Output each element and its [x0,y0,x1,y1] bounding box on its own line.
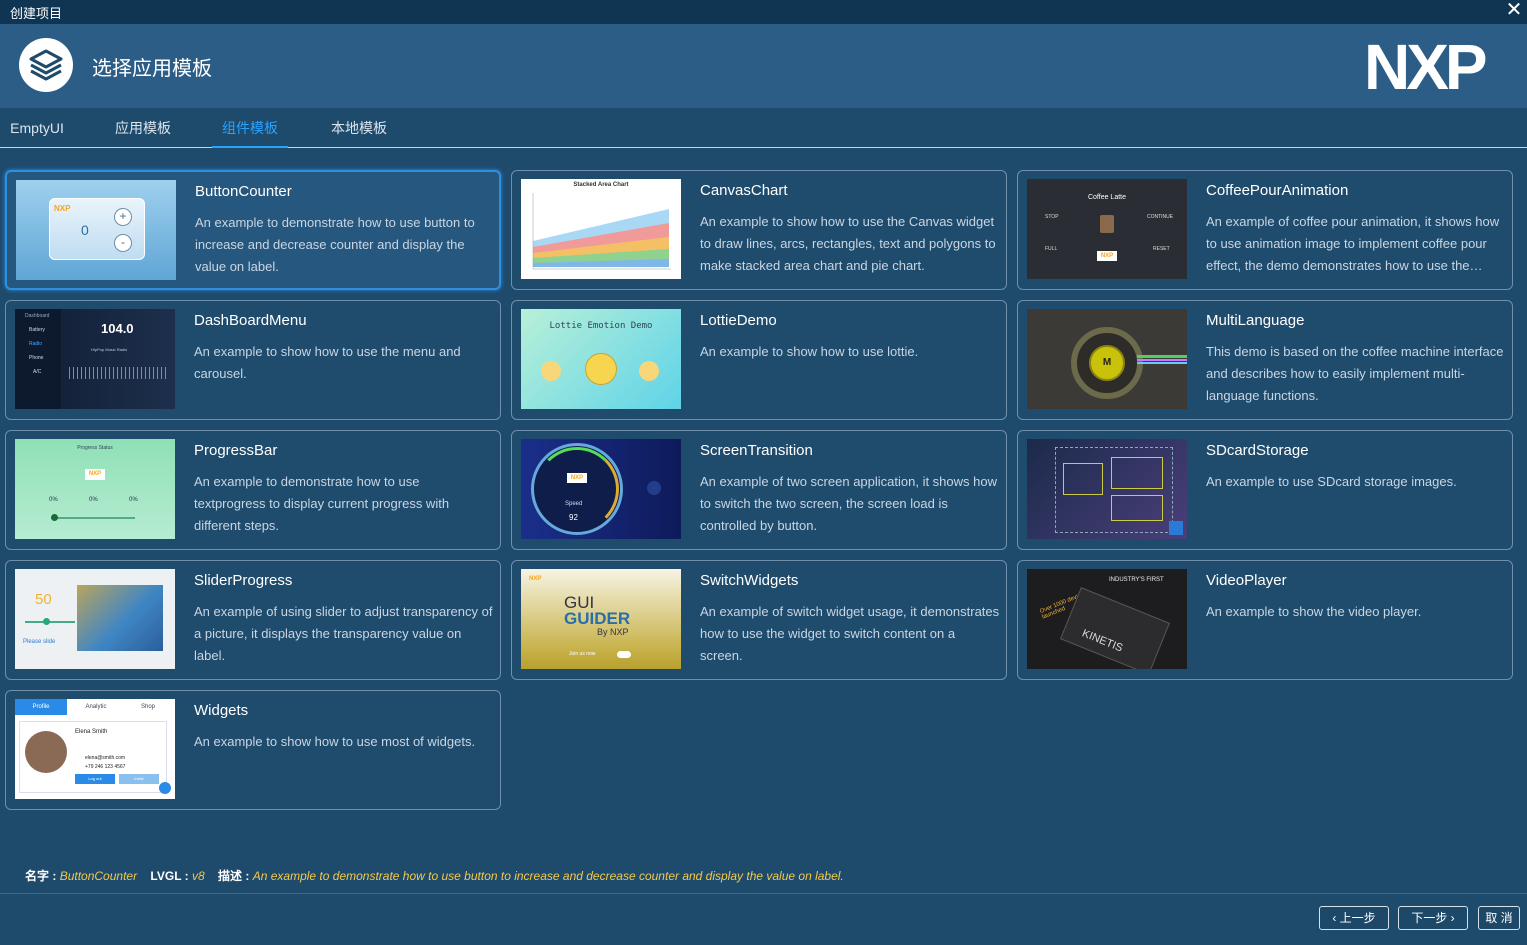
thumbnail: Profile Analytic Shop Elena Smith elena@… [15,699,175,799]
footer-divider [0,893,1527,894]
template-desc: This demo is based on the coffee machine… [1206,344,1504,403]
template-card-screentransition[interactable]: NXP Speed 92 ScreenTransition An example… [511,430,1007,550]
emoji-face-icon [585,353,617,385]
thumbnail: Lottie Emotion Demo [521,309,681,409]
template-desc: An example to show how to use the Canvas… [700,214,996,273]
template-name: LottieDemo [700,312,777,329]
selection-info: 名字 : ButtonCounter LVGL : v8 描述 : An exa… [25,867,844,884]
tab-widget-templates[interactable]: 组件模板 [212,108,288,148]
thumbnail: M [1027,309,1187,409]
template-desc: An example to demonstrate how to use but… [195,215,475,274]
tab-app-templates[interactable]: 应用模板 [112,108,174,148]
template-card-widgets[interactable]: Profile Analytic Shop Elena Smith elena@… [5,690,501,810]
template-desc: An example to show how to use most of wi… [194,734,476,749]
name-label: 名字 : [25,869,57,883]
template-card-coffeepouranimation[interactable]: Coffee Latte STOP CONTINUE FULL RESET NX… [1017,170,1513,290]
template-desc: An example to use SDcard storage images. [1206,474,1457,489]
arrow-right-icon [647,481,661,495]
template-card-switchwidgets[interactable]: NXP GUI GUIDER By NXP Join us now Switch… [511,560,1007,680]
thumbnail: INDUSTRY'S FIRST Over 1000 devices launc… [1027,569,1187,669]
template-card-canvaschart[interactable]: Stacked Area Chart CanvasChart An exampl… [511,170,1007,290]
template-name: ButtonCounter [195,183,292,200]
lvgl-label: LVGL : [150,869,189,883]
thumbnail [1027,439,1187,539]
thumbnail: Coffee Latte STOP CONTINUE FULL RESET NX… [1027,179,1187,279]
template-desc: An example to show how to use lottie. [700,344,919,359]
emoji-face-icon [639,361,659,381]
thumbnail: NXP 0 + - [16,180,176,280]
template-name: VideoPlayer [1206,572,1287,589]
template-name: SDcardStorage [1206,442,1309,459]
desc-label: 描述 : [218,869,250,883]
desc-value: An example to demonstrate how to use but… [252,869,844,883]
svg-text:NXP: NXP [1364,39,1486,93]
layers-icon [29,49,63,81]
window-title: 创建项目 [10,6,63,21]
tab-emptyui[interactable]: EmptyUI [10,108,64,148]
template-card-progressbar[interactable]: Progress Status NXP 0% 0% 0% ProgressBar… [5,430,501,550]
template-name: SliderProgress [194,572,293,589]
template-card-dashboardmenu[interactable]: Dashboard Battery Radio Phone A/C 104.0 … [5,300,501,420]
template-desc: An example of switch widget usage, it de… [700,604,1000,663]
template-desc: An example of two screen application, it… [700,474,997,533]
thumbnail: Stacked Area Chart [521,179,681,279]
template-card-buttoncounter[interactable]: NXP 0 + - ButtonCounter An example to de… [5,170,501,290]
template-card-lottiedemo[interactable]: Lottie Emotion Demo LottieDemo An exampl… [511,300,1007,420]
counter-value: 0 [81,222,89,238]
parrot-picture [77,585,163,651]
prev-button[interactable]: ‹ 上一步 [1319,906,1389,930]
app-logo [19,38,73,92]
template-name: MultiLanguage [1206,312,1305,329]
tab-local-templates[interactable]: 本地模板 [328,108,390,148]
thumbnail: Progress Status NXP 0% 0% 0% [15,439,175,539]
template-desc: An example to show the video player. [1206,604,1422,619]
plus-icon: + [114,208,132,226]
template-card-sliderprogress[interactable]: 50 Please slide SliderProgress An exampl… [5,560,501,680]
template-name: SwitchWidgets [700,572,799,589]
avatar [25,731,67,773]
template-name: CoffeePourAnimation [1206,182,1349,199]
next-button[interactable]: 下一步 › [1398,906,1468,930]
template-name: CanvasChart [700,182,788,199]
template-name: ProgressBar [194,442,278,459]
name-value: ButtonCounter [59,869,138,883]
template-desc: An example of using slider to adjust tra… [194,604,493,663]
thumbnail: NXP Speed 92 [521,439,681,539]
thumbnail: NXP GUI GUIDER By NXP Join us now [521,569,681,669]
page-title: 选择应用模板 [92,58,212,80]
template-card-videoplayer[interactable]: INDUSTRY'S FIRST Over 1000 devices launc… [1017,560,1513,680]
template-desc: An example to demonstrate how to use tex… [194,474,450,533]
template-card-sdcardstorage[interactable]: SDcardStorage An example to use SDcard s… [1017,430,1513,550]
thumbnail: Dashboard Battery Radio Phone A/C 104.0 … [15,309,175,409]
coffee-cup-icon [1100,215,1114,233]
fab-icon [159,782,171,794]
thumbnail: 50 Please slide [15,569,175,669]
switch-toggle-icon [617,651,631,658]
cancel-button[interactable]: 取 消 [1478,906,1520,930]
template-card-multilanguage[interactable]: M MultiLanguage This demo is based on th… [1017,300,1513,420]
template-name: DashBoardMenu [194,312,307,329]
sd-card-icon [1169,521,1183,535]
lvgl-value: v8 [192,869,205,883]
close-icon[interactable]: ✕ [1503,0,1525,22]
minus-icon: - [114,234,132,252]
emoji-face-icon [541,361,561,381]
template-desc: An example of coffee pour animation, it … [1206,214,1500,273]
template-name: ScreenTransition [700,442,813,459]
template-tabs: EmptyUI 应用模板 组件模板 本地模板 [0,108,1527,148]
area-chart-graphic [532,193,671,270]
nxp-logo: NXP [1364,39,1490,93]
title-bar: 创建项目 ✕ [0,0,1527,24]
template-desc: An example to show how to use the menu a… [194,344,461,381]
header: 选择应用模板 NXP [0,24,1527,108]
template-name: Widgets [194,702,249,719]
